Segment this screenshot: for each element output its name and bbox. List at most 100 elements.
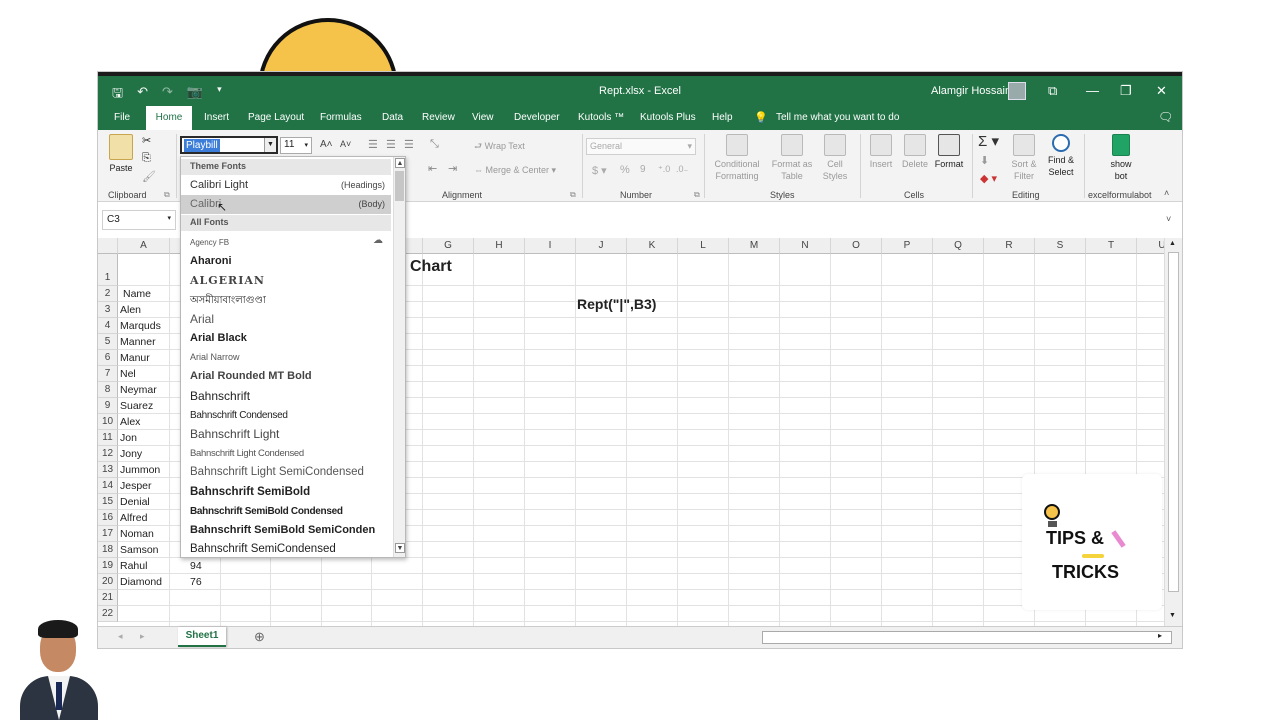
- alignment-launcher-icon[interactable]: ⧉: [570, 190, 576, 200]
- rept-formula-text[interactable]: Rept("|",B3): [577, 296, 656, 312]
- column-header-o[interactable]: O: [831, 238, 882, 254]
- name-box[interactable]: C3 ▾: [102, 210, 176, 230]
- vertical-scroll-thumb[interactable]: [1168, 252, 1179, 592]
- cell-name[interactable]: Manur: [120, 352, 150, 364]
- comma-icon[interactable]: 9: [640, 164, 646, 175]
- paste-button[interactable]: Paste: [106, 134, 136, 174]
- increase-indent-icon[interactable]: ⇥: [448, 162, 457, 175]
- font-option[interactable]: Bahnschrift SemiBold SemiConden: [181, 521, 391, 540]
- row-header-7[interactable]: 7: [98, 366, 118, 382]
- cell-name[interactable]: Manner: [120, 336, 156, 348]
- column-header-j[interactable]: J: [576, 238, 627, 254]
- autosum-icon[interactable]: Σ ▾: [978, 132, 999, 150]
- dropdown-scroll-thumb[interactable]: [395, 171, 404, 201]
- number-format-select[interactable]: General ▾: [586, 138, 696, 155]
- cell-b20[interactable]: 76: [190, 576, 202, 588]
- tab-page-layout[interactable]: Page Layout: [240, 106, 312, 130]
- close-icon[interactable]: ✕: [1156, 83, 1167, 99]
- column-header-g[interactable]: G: [423, 238, 474, 254]
- insert-cells-button[interactable]: Insert: [864, 134, 898, 170]
- scroll-right-icon[interactable]: ▸: [1158, 631, 1162, 640]
- font-option[interactable]: Bahnschrift SemiBold: [181, 483, 391, 502]
- font-size-input[interactable]: 11 ▾: [280, 137, 312, 154]
- column-header-t[interactable]: T: [1086, 238, 1137, 254]
- font-option[interactable]: Arial Rounded MT Bold: [181, 367, 391, 386]
- cell-a2[interactable]: Name: [123, 288, 151, 300]
- cell-name[interactable]: Diamond: [120, 576, 162, 588]
- column-header-n[interactable]: N: [780, 238, 831, 254]
- tell-me-search[interactable]: Tell me what you want to do: [776, 106, 899, 130]
- font-name-input[interactable]: Playbill ▼: [180, 136, 278, 154]
- decrease-decimal-icon[interactable]: .0₋: [676, 164, 688, 175]
- tab-data[interactable]: Data: [374, 106, 411, 130]
- select-all-corner[interactable]: [98, 238, 118, 254]
- ribbon-display-icon[interactable]: ⧉: [1048, 83, 1057, 99]
- column-header-h[interactable]: H: [474, 238, 525, 254]
- tab-view[interactable]: View: [464, 106, 502, 130]
- column-header-l[interactable]: L: [678, 238, 729, 254]
- dropdown-scrollbar[interactable]: ▲ ▼: [393, 157, 405, 557]
- row-header-19[interactable]: 19: [98, 558, 118, 574]
- cell-name[interactable]: Noman: [120, 528, 154, 540]
- font-option[interactable]: Bahnschrift Light SemiCondensed: [181, 463, 391, 482]
- increase-font-icon[interactable]: A˄: [320, 139, 333, 150]
- chart-title[interactable]: Chart: [410, 258, 452, 276]
- tab-review[interactable]: Review: [414, 106, 463, 130]
- row-header-6[interactable]: 6: [98, 350, 118, 366]
- row-header-18[interactable]: 18: [98, 542, 118, 558]
- row-header-8[interactable]: 8: [98, 382, 118, 398]
- restore-icon[interactable]: ❐: [1120, 83, 1132, 99]
- cell-name[interactable]: Suarez: [120, 400, 153, 412]
- cell-name[interactable]: Alfred: [120, 512, 147, 524]
- increase-decimal-icon[interactable]: ⁺.0: [658, 164, 670, 175]
- column-header-q[interactable]: Q: [933, 238, 984, 254]
- tab-help[interactable]: Help: [704, 106, 741, 130]
- column-header-r[interactable]: R: [984, 238, 1035, 254]
- copy-icon[interactable]: ⎘: [142, 152, 151, 165]
- tab-insert[interactable]: Insert: [196, 106, 237, 130]
- cell-name[interactable]: Nel: [120, 368, 136, 380]
- row-header-10[interactable]: 10: [98, 414, 118, 430]
- font-option[interactable]: Bahnschrift SemiBold Condensed: [181, 502, 391, 521]
- row-header-5[interactable]: 5: [98, 334, 118, 350]
- show-bot-button[interactable]: show bot: [1102, 134, 1140, 182]
- cell-name[interactable]: Alex: [120, 416, 140, 428]
- font-option[interactable]: Agency FB: [181, 233, 391, 252]
- percent-icon[interactable]: %: [620, 164, 630, 176]
- font-option[interactable]: Calibri (Body): [181, 195, 391, 214]
- align-middle-icon[interactable]: ☰: [386, 138, 396, 151]
- row-header-14[interactable]: 14: [98, 478, 118, 494]
- dropdown-scroll-up-icon[interactable]: ▲: [395, 158, 405, 168]
- tab-file[interactable]: File: [106, 106, 138, 130]
- dropdown-scroll-down-icon[interactable]: ▼: [395, 543, 405, 553]
- column-header-p[interactable]: P: [882, 238, 933, 254]
- font-option[interactable]: অসমীয়াবাংলাগুণ্ডা: [181, 291, 391, 310]
- comments-icon[interactable]: 🗨: [1158, 110, 1173, 124]
- cell-name[interactable]: Jesper: [120, 480, 152, 492]
- font-option[interactable]: Bahnschrift Light: [181, 425, 391, 444]
- scroll-down-icon[interactable]: ▼: [1169, 612, 1176, 619]
- add-sheet-icon[interactable]: ⊕: [254, 629, 265, 645]
- fill-icon[interactable]: ⬇: [980, 154, 989, 167]
- row-header-1[interactable]: 1: [98, 254, 118, 286]
- tab-formulas[interactable]: Formulas: [312, 106, 370, 130]
- horizontal-scrollbar[interactable]: [762, 631, 1172, 644]
- cell-name[interactable]: Marquds: [120, 320, 161, 332]
- cell-name[interactable]: Alen: [120, 304, 141, 316]
- font-size-dropdown-icon[interactable]: ▾: [304, 139, 308, 152]
- clipboard-launcher-icon[interactable]: ⧉: [164, 190, 170, 200]
- format-as-table-button[interactable]: Format as Table: [768, 134, 816, 182]
- font-option[interactable]: Arial Black: [181, 329, 391, 348]
- prev-sheet-icon[interactable]: ◂: [118, 631, 123, 642]
- user-name[interactable]: Alamgir Hossain: [931, 85, 1011, 97]
- row-header-4[interactable]: 4: [98, 318, 118, 334]
- delete-cells-button[interactable]: Delete: [898, 134, 932, 170]
- column-header-i[interactable]: I: [525, 238, 576, 254]
- tab-kutools-plus[interactable]: Kutools Plus: [632, 106, 704, 130]
- cell-name[interactable]: Jummon: [120, 464, 160, 476]
- column-header-a[interactable]: A: [118, 238, 170, 254]
- row-header-17[interactable]: 17: [98, 526, 118, 542]
- align-top-icon[interactable]: ☰: [368, 138, 378, 151]
- conditional-formatting-button[interactable]: Conditional Formatting: [710, 134, 764, 182]
- clear-icon[interactable]: ◆ ▾: [980, 172, 997, 185]
